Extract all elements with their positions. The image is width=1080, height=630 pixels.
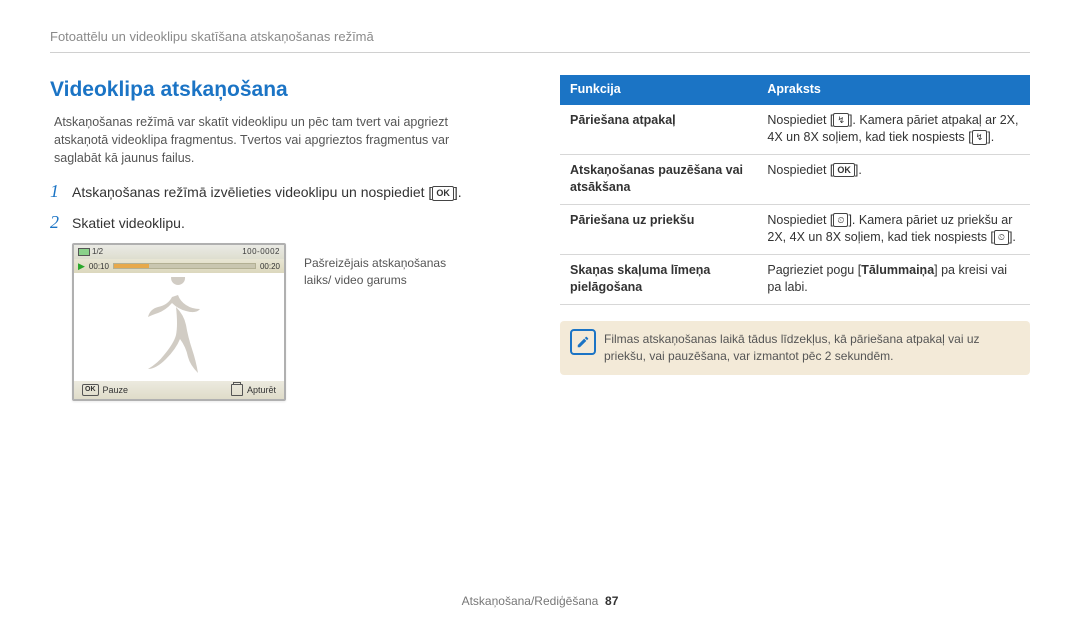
- desc-cell: Nospiediet [⏲]. Kamera pāriet uz priekšu…: [757, 204, 1030, 254]
- desc-post: ].: [855, 163, 862, 177]
- table-row: Pāriešana atpakaļ Nospiediet [↯]. Kamera…: [560, 105, 1030, 155]
- desc-post: ].: [987, 130, 994, 144]
- table-row: Skaņas skaļuma līmeņa pielāgošana Pagrie…: [560, 254, 1030, 304]
- flash-icon: ↯: [833, 113, 849, 128]
- function-table: Funkcija Apraksts Pāriešana atpakaļ Nosp…: [560, 75, 1030, 305]
- steps-list: 1 Atskaņošanas režīmā izvēlieties videok…: [50, 179, 520, 235]
- desc-post: ].: [1009, 230, 1016, 244]
- step-text-before: Atskaņošanas režīmā izvēlieties videokli…: [72, 184, 432, 200]
- video-time-current: 00:10: [89, 261, 109, 272]
- trash-icon: [231, 384, 243, 396]
- table-row: Pāriešana uz priekšu Nospiediet [⏲]. Kam…: [560, 204, 1030, 254]
- desc-pre: Nospiediet [: [767, 213, 833, 227]
- video-counter: 1/2: [92, 246, 103, 257]
- step-number: 2: [50, 210, 72, 235]
- desc-cell: Pagrieziet pogu [Tālummaiņa] pa kreisi v…: [757, 254, 1030, 304]
- desc-pre: Pagrieziet pogu [: [767, 263, 861, 277]
- desc-pre: Nospiediet [: [767, 163, 833, 177]
- desc-cell: Nospiediet [OK].: [757, 154, 1030, 204]
- step-text: Atskaņošanas režīmā izvēlieties videokli…: [72, 183, 462, 203]
- ok-icon: OK: [833, 163, 855, 178]
- video-stage: [74, 273, 284, 381]
- play-icon: ▶: [78, 260, 85, 273]
- pause-button[interactable]: Pauze: [103, 384, 129, 397]
- step-text-before: Skatiet videoklipu.: [72, 215, 185, 231]
- footer-section: Atskaņošana/Rediģēšana: [462, 594, 599, 608]
- video-preview: 1/2 100-0002 ▶ 00:10 00:20: [72, 243, 286, 401]
- note-text: Filmas atskaņošanas laikā tādus līdzekļu…: [604, 332, 980, 363]
- timer-icon: ⏲: [994, 230, 1009, 245]
- right-column: Funkcija Apraksts Pāriešana atpakaļ Nosp…: [560, 75, 1030, 401]
- desc-bold: Tālummaiņa: [861, 263, 934, 277]
- step-text: Skatiet videoklipu.: [72, 214, 185, 234]
- step-number: 1: [50, 179, 72, 204]
- desc-cell: Nospiediet [↯]. Kamera pāriet atpakaļ ar…: [757, 105, 1030, 155]
- left-column: Videoklipa atskaņošana Atskaņošanas režī…: [50, 75, 520, 401]
- breadcrumb: Fotoattēlu un videoklipu skatīšana atska…: [50, 28, 1030, 46]
- ok-icon: OK: [432, 186, 454, 201]
- flash-icon: ↯: [972, 130, 988, 145]
- fn-cell: Pāriešana atpakaļ: [560, 105, 757, 155]
- timer-icon: ⏲: [833, 213, 848, 228]
- page-footer: Atskaņošana/Rediģēšana 87: [0, 593, 1080, 610]
- intro-text: Atskaņošanas režīmā var skatīt videoklip…: [50, 113, 484, 167]
- page-number: 87: [605, 594, 618, 608]
- stop-button[interactable]: Apturēt: [247, 384, 276, 397]
- video-filecode: 100-0002: [242, 246, 280, 257]
- ok-icon: OK: [82, 384, 99, 396]
- fn-cell: Skaņas skaļuma līmeņa pielāgošana: [560, 254, 757, 304]
- fn-cell: Atskaņošanas pauzēšana vai atsākšana: [560, 154, 757, 204]
- step-text-after: ].: [454, 184, 462, 200]
- video-time-total: 00:20: [260, 261, 280, 272]
- video-top-bar: 1/2 100-0002: [74, 245, 284, 259]
- fn-cell: Pāriešana uz priekšu: [560, 204, 757, 254]
- divider: [50, 52, 1030, 53]
- note-icon: [570, 329, 596, 355]
- dancer-silhouette-icon: [134, 277, 224, 377]
- battery-icon: [78, 248, 90, 256]
- video-bottom-bar: OK Pauze Apturēt: [74, 381, 284, 399]
- desc-pre: Nospiediet [: [767, 113, 833, 127]
- section-title: Videoklipa atskaņošana: [50, 75, 520, 104]
- col-header-function: Funkcija: [560, 75, 757, 105]
- table-row: Atskaņošanas pauzēšana vai atsākšana Nos…: [560, 154, 1030, 204]
- callout-text: Pašreizējais atskaņošanas laiks/ video g…: [304, 243, 464, 401]
- col-header-description: Apraksts: [757, 75, 1030, 105]
- video-progress-bar: ▶ 00:10 00:20: [74, 259, 284, 273]
- note-box: Filmas atskaņošanas laikā tādus līdzekļu…: [560, 321, 1030, 376]
